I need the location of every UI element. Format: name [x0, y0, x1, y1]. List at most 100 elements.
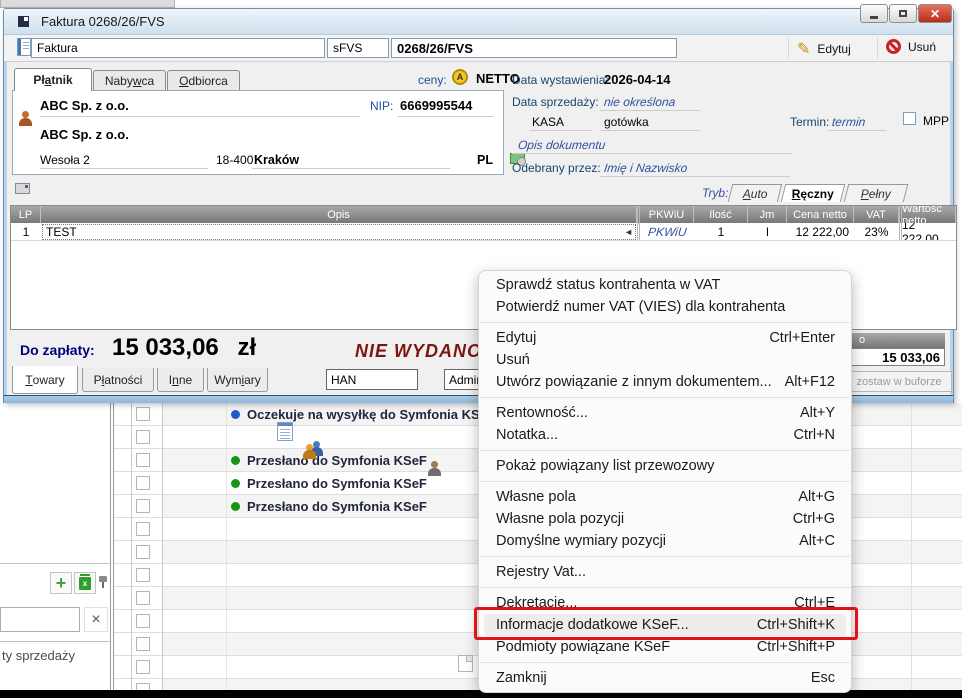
payer-country[interactable]: PL: [477, 153, 493, 167]
price-mode-icon[interactable]: A: [452, 69, 468, 85]
pin-icon[interactable]: [97, 575, 109, 589]
tab-towary[interactable]: Towary: [12, 366, 78, 394]
cell-opis[interactable]: TEST ◄: [41, 223, 637, 240]
cell-ilosc[interactable]: 1: [694, 223, 748, 240]
cell-pkwiu[interactable]: PKWiU: [637, 223, 694, 240]
tab-pelny[interactable]: Pełny: [844, 184, 908, 202]
menu-item-wlasne-pola[interactable]: Własne polaAlt+G: [479, 486, 851, 508]
filter-input[interactable]: [0, 607, 80, 632]
menu-item-rentownosc[interactable]: Rentowność...Alt+Y: [479, 402, 851, 424]
cell-jm[interactable]: l: [748, 223, 787, 240]
row-checkbox[interactable]: [136, 522, 150, 536]
ksef-status-row[interactable]: Przesłano do Symfonia KSeF: [231, 472, 427, 495]
received-by-placeholder[interactable]: Imię i Nazwisko: [603, 161, 688, 175]
tab-platnik[interactable]: Płatnik: [14, 68, 92, 91]
row-checkbox[interactable]: [136, 660, 150, 674]
left-panel: [0, 403, 110, 690]
row-checkbox[interactable]: [136, 499, 150, 513]
menu-item-zamknij[interactable]: ZamknijEsc: [479, 667, 851, 689]
issue-date-value[interactable]: 2026-04-14: [604, 72, 671, 87]
header-opis[interactable]: Opis: [41, 206, 637, 223]
payer-city[interactable]: Kraków: [254, 153, 299, 167]
cell-cena-netto[interactable]: 12 222,00: [787, 223, 854, 240]
menu-item-sprawdz-status-vat[interactable]: Sprawdź status kontrahenta w VAT: [479, 274, 851, 296]
row-checkbox[interactable]: [136, 591, 150, 605]
tab-inne[interactable]: Inne: [157, 368, 204, 392]
row-checkbox[interactable]: [136, 476, 150, 490]
tab-odbiorca[interactable]: Odbiorca: [167, 70, 240, 91]
row-checkbox[interactable]: [136, 430, 150, 444]
payment-method-value[interactable]: gotówka: [604, 115, 649, 129]
payer-street[interactable]: Wesoła 2: [40, 153, 90, 167]
delete-filter-button[interactable]: x: [74, 572, 96, 594]
opis-editor[interactable]: TEST ◄: [42, 224, 636, 240]
menu-separator: [480, 322, 850, 323]
tab-auto[interactable]: Auto: [728, 184, 782, 202]
underline: [600, 176, 790, 177]
mpp-checkbox[interactable]: [903, 112, 916, 125]
payer-postal[interactable]: 18-400: [216, 153, 253, 167]
menu-item-domyslne-wymiary[interactable]: Domyślne wymiary pozycjiAlt+C: [479, 530, 851, 552]
row-checkbox[interactable]: [136, 614, 150, 628]
menu-item-utworz-powiazanie[interactable]: Utwórz powiązanie z innym dokumentem...A…: [479, 371, 851, 393]
clear-filter-button[interactable]: ×: [84, 607, 108, 632]
dropdown-arrow-icon[interactable]: ◄: [624, 227, 633, 237]
status-text: Przesłano do Symfonia KSeF: [247, 476, 427, 491]
menu-item-pokaz-list-przewozowy[interactable]: Pokaż powiązany list przewozowy: [479, 455, 851, 477]
document-type-field[interactable]: Faktura: [31, 38, 325, 58]
header-cena-netto[interactable]: Cena netto: [787, 206, 854, 223]
header-vat[interactable]: VAT: [854, 206, 899, 223]
note-cell-icon: [458, 655, 473, 672]
menu-item-usun[interactable]: Usuń: [479, 349, 851, 371]
menu-separator: [480, 662, 850, 663]
ksef-status-row[interactable]: Przesłano do Symfonia KSeF: [231, 449, 427, 472]
row-checkbox[interactable]: [136, 545, 150, 559]
description-placeholder[interactable]: Opis dokumentu: [517, 138, 606, 152]
tab-nabywca[interactable]: Nabywca: [93, 70, 166, 91]
cell-wartosc-netto[interactable]: 12 222,00: [899, 223, 956, 240]
row-checkbox[interactable]: [136, 453, 150, 467]
background-tab-remnant: [0, 0, 175, 8]
menu-item-edytuj[interactable]: EdytujCtrl+Enter: [479, 327, 851, 349]
nip-value[interactable]: 6669995544: [400, 98, 472, 113]
payer-name-2[interactable]: ABC Sp. z o.o.: [40, 127, 129, 142]
close-button[interactable]: ✕: [918, 4, 952, 23]
ksef-status-row[interactable]: Oczekuje na wysyłkę do Symfonia KSe: [231, 403, 487, 426]
payer-name[interactable]: ABC Sp. z o.o.: [40, 98, 129, 113]
term-placeholder[interactable]: termin: [831, 115, 866, 129]
header-ilosc[interactable]: Ilość: [694, 206, 748, 223]
cell-vat[interactable]: 23%: [854, 223, 899, 240]
ksef-status-row[interactable]: Przesłano do Symfonia KSeF: [231, 495, 427, 518]
header-lp[interactable]: LP: [11, 206, 41, 223]
row-checkbox[interactable]: [136, 568, 150, 582]
series-field[interactable]: sFVS: [327, 38, 389, 58]
menu-item-potwierdz-vies[interactable]: Potwierdź numer VAT (VIES) dla kontrahen…: [479, 296, 851, 318]
minimize-button[interactable]: [860, 4, 888, 23]
row-checkbox[interactable]: [136, 637, 150, 651]
user-icon: [427, 461, 442, 476]
menu-item-rejestry-vat[interactable]: Rejestry Vat...: [479, 561, 851, 583]
document-number-field[interactable]: 0268/26/FVS: [391, 38, 677, 58]
header-pkwiu[interactable]: PKWiU: [637, 206, 694, 223]
tab-reczny[interactable]: Ręczny: [781, 184, 845, 202]
menu-item-wlasne-pola-pozycji[interactable]: Własne pola pozycjiCtrl+G: [479, 508, 851, 530]
tab-wymiary[interactable]: Wymiary: [207, 368, 268, 392]
row-checkbox[interactable]: [136, 407, 150, 421]
menu-item-notatka[interactable]: Notatka...Ctrl+N: [479, 424, 851, 446]
item-row[interactable]: 1 TEST ◄ PKWiU 1 l 12 222,00 23% 12 222,…: [11, 223, 956, 241]
add-button[interactable]: +: [50, 572, 72, 594]
divider: [0, 641, 110, 642]
leave-in-buffer-button[interactable]: zostaw w buforze: [846, 371, 952, 392]
sale-date-placeholder[interactable]: nie określona: [603, 95, 676, 109]
header-wartosc-netto[interactable]: Wartość netto: [899, 206, 956, 223]
delete-button[interactable]: Usuń: [886, 39, 936, 54]
maximize-button[interactable]: [889, 4, 917, 23]
module-field[interactable]: HAN: [326, 369, 418, 390]
window-titlebar[interactable]: Faktura 0268/26/FVS: [4, 9, 953, 35]
users-pair-icon[interactable]: [303, 441, 323, 460]
edit-button[interactable]: ✎ Edytuj: [797, 39, 851, 59]
header-jm[interactable]: Jm: [748, 206, 787, 223]
notepad-icon[interactable]: [277, 422, 293, 441]
tab-platnosci[interactable]: Płatności: [82, 368, 154, 392]
register-value[interactable]: KASA: [532, 115, 564, 129]
